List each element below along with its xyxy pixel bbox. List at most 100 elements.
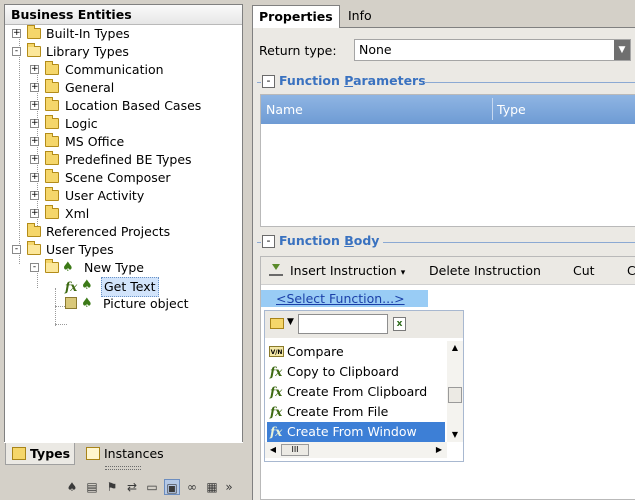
expand-icon[interactable]: + [30,155,39,164]
open-folder-icon [27,241,41,255]
function-picker: ▼ x V/N Compare fx Copy to Clipboard fx [264,310,464,462]
section-divider [257,242,261,243]
expand-icon[interactable]: + [30,209,39,218]
tree-item-label: Communication [65,62,164,77]
tree-item-user-types[interactable]: - User Types [5,241,242,259]
cut-button[interactable]: Cut [573,263,595,278]
tree-item-scene-composer[interactable]: + Scene Composer [5,169,242,187]
function-parameters-title: Function Parameters [279,73,426,91]
function-list-item-compare[interactable]: V/N Compare [267,342,445,362]
section-divider [424,82,635,83]
collapse-icon[interactable]: - [12,245,21,254]
scroll-left-icon[interactable]: ◀ [265,443,281,457]
resize-grip[interactable] [105,466,141,470]
more-icon[interactable]: » [224,479,234,495]
tab-types[interactable]: Types [5,443,75,465]
return-type-select[interactable]: None ▼ [354,39,631,61]
tree-item-library-types[interactable]: - Library Types [5,43,242,61]
group-icon[interactable]: ▦ [204,479,220,495]
tree-item-communication[interactable]: + Communication [5,61,242,79]
tree-item-built-in-types[interactable]: + Built-In Types [5,25,242,43]
insert-icon [269,264,283,276]
function-list-item-create-from-window[interactable]: fx Create From Window [267,422,445,442]
expand-icon[interactable]: + [30,101,39,110]
folder-icon [45,79,59,93]
scroll-down-icon[interactable]: ▼ [447,428,463,442]
scroll-up-icon[interactable]: ▲ [447,341,463,355]
section-title-mnemonic: B [344,233,354,248]
business-entity-icon: ♠ [62,260,74,275]
page-icon[interactable]: ▤ [84,479,100,495]
collapse-body-button[interactable]: - [262,235,275,248]
object-icon[interactable]: ▣ [164,479,180,495]
business-entities-pane: Business Entities + Built-In Types - Lib… [0,0,244,500]
tree-item-ms-office[interactable]: + MS Office [5,133,242,151]
scroll-right-icon[interactable]: ▶ [431,443,447,457]
scroll-thumb[interactable] [448,387,462,403]
pane-title: Business Entities [5,5,242,25]
collapse-icon[interactable]: - [30,263,39,272]
tree-item-logic[interactable]: + Logic [5,115,242,133]
collapse-icon[interactable]: - [12,47,21,56]
chevron-down-icon[interactable]: ▼ [287,317,294,327]
tree-item-xml[interactable]: + Xml [5,205,242,223]
tree-item-location-based-cases[interactable]: + Location Based Cases [5,97,242,115]
return-type-label: Return type: [259,43,337,58]
copy-button[interactable]: C [627,263,635,278]
open-folder-icon[interactable] [270,318,284,329]
section-title-text: arameters [353,73,426,88]
splitter[interactable] [244,0,252,500]
collapse-parameters-button[interactable]: - [262,75,275,88]
horizontal-scrollbar[interactable]: ◀ III ▶ [265,442,447,458]
column-header-name[interactable]: Name [266,102,303,117]
scroll-thumb[interactable]: III [281,444,309,456]
tree-item-label: General [65,80,115,95]
tab-info[interactable]: Info [342,5,378,28]
function-list-item-create-from-clipboard[interactable]: fx Create From Clipboard [267,382,445,402]
tree-item-user-activity[interactable]: + User Activity [5,187,242,205]
expand-icon[interactable]: + [30,119,39,128]
flag-icon[interactable]: ⚑ [104,479,120,495]
expand-icon[interactable]: + [12,29,21,38]
column-header-type[interactable]: Type [497,102,526,117]
section-divider [257,82,261,83]
tree-item-referenced-projects[interactable]: Referenced Projects [5,223,242,241]
function-list-item-label: Compare [287,344,344,359]
tree-item-label: Referenced Projects [46,224,171,239]
chevron-down-icon: ▾ [400,268,406,278]
variable-icon[interactable]: ∞ [184,479,200,495]
folder-icon [45,205,59,219]
tree-item-get-text[interactable]: fx ♠ Get Text [5,277,242,297]
tree-item-label: Built-In Types [46,26,130,41]
expand-icon[interactable]: + [30,173,39,182]
column-separator[interactable] [492,98,493,120]
function-list-item-copy-to-clipboard[interactable]: fx Copy to Clipboard [267,362,445,382]
expand-icon[interactable]: + [30,137,39,146]
delete-instruction-button[interactable]: Delete Instruction [429,263,541,278]
monitor-icon[interactable]: ▭ [144,479,160,495]
tree-item-new-type[interactable]: - ♠ New Type [5,259,242,277]
select-function-link[interactable]: <Select Function...> [261,290,428,307]
expand-icon[interactable]: + [30,191,39,200]
chevron-down-icon[interactable]: ▼ [614,40,630,60]
insert-instruction-button[interactable]: Insert Instruction ▾ [290,263,405,278]
open-folder-icon [45,259,59,273]
folder-icon [45,187,59,201]
tree-item-general[interactable]: + General [5,79,242,97]
link-icon[interactable]: ⇄ [124,479,140,495]
function-icon: fx [270,365,283,379]
tab-properties[interactable]: Properties [252,5,340,29]
function-search-input[interactable] [298,314,388,334]
clear-search-icon[interactable]: x [393,317,406,331]
type-icon[interactable]: ♠ [64,479,80,495]
tree-item-label: Scene Composer [65,170,171,185]
tab-instances[interactable]: Instances [80,443,180,465]
tree-item-picture-object[interactable]: ♠ Picture object [5,295,242,313]
expand-icon[interactable]: + [30,65,39,74]
expand-icon[interactable]: + [30,83,39,92]
tree-item-predefined-be-types[interactable]: + Predefined BE Types [5,151,242,169]
vertical-scrollbar[interactable]: ▲ ▼ [447,341,463,442]
folder-icon [45,169,59,183]
function-list-item-create-from-file[interactable]: fx Create From File [267,402,445,422]
tree-item-label: New Type [84,260,144,275]
